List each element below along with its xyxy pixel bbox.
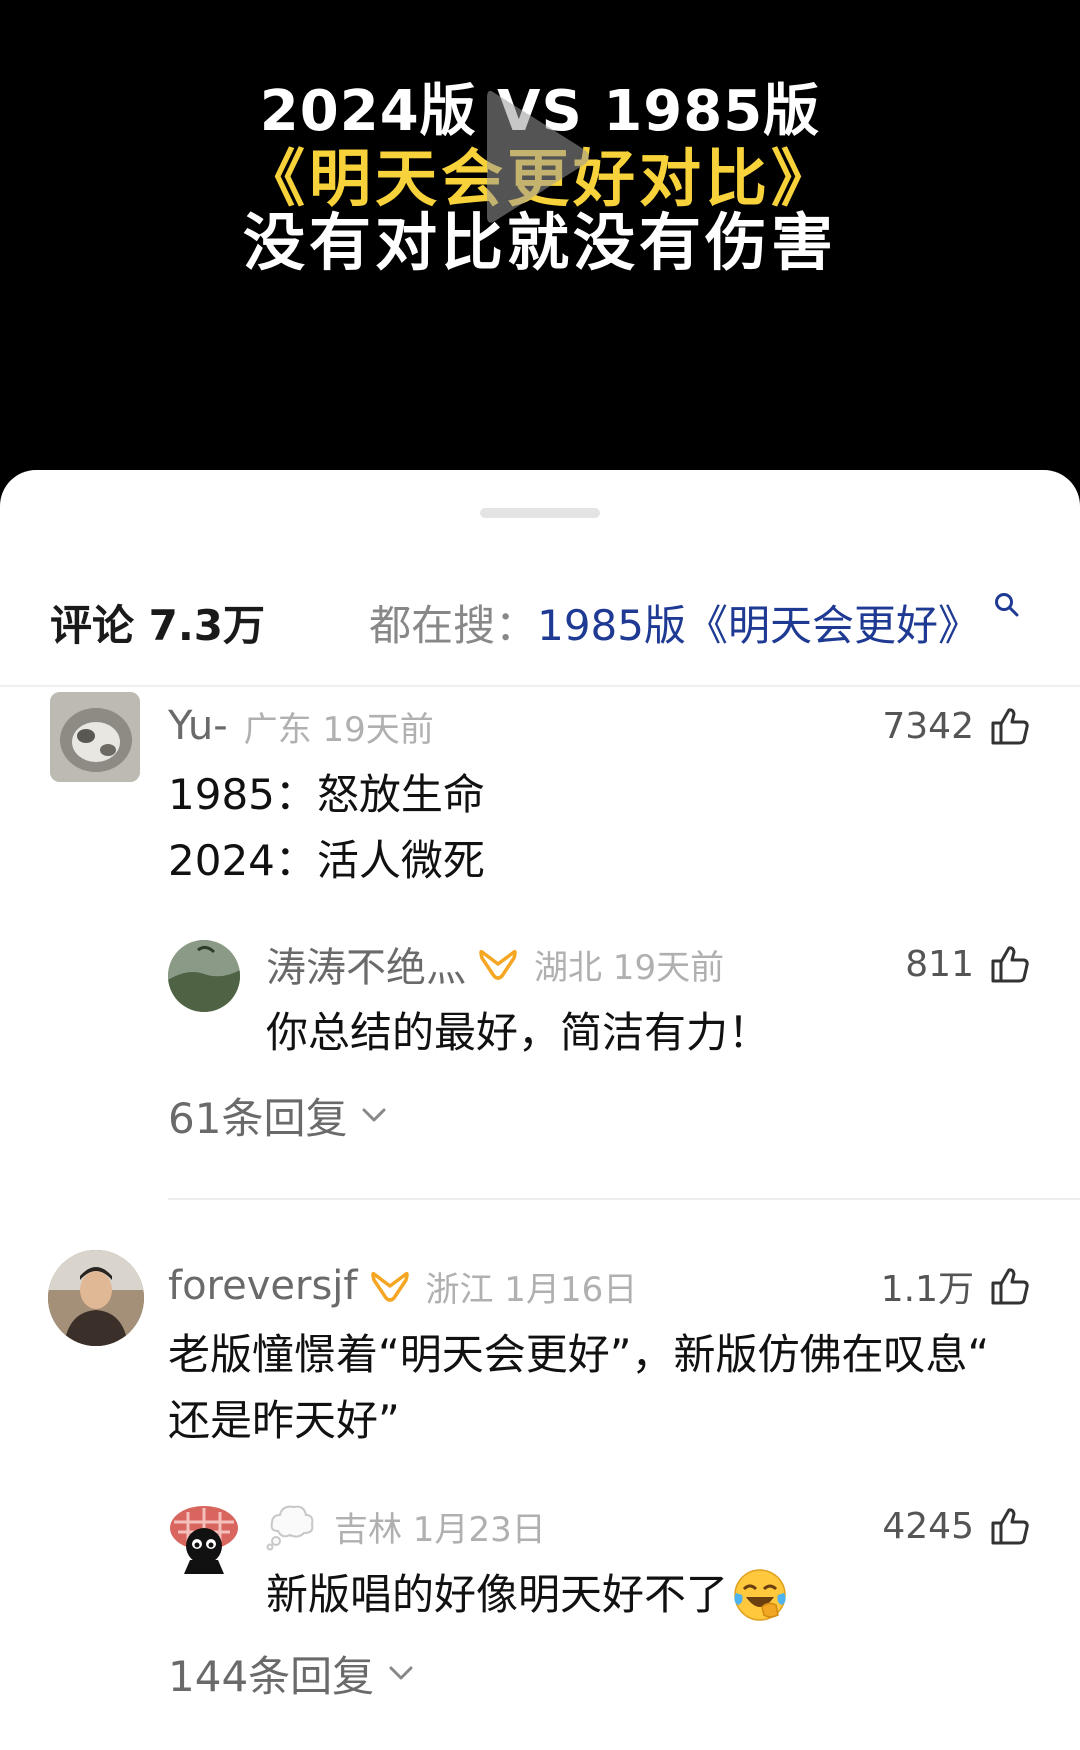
- location-time: 吉林 1月23日: [334, 1509, 546, 1550]
- thumbs-up-icon[interactable]: [990, 1266, 1030, 1306]
- reply-count: 144条回复: [168, 1651, 375, 1701]
- trending-search-link[interactable]: 都在搜： 1985版《明天会更好》: [369, 592, 1020, 653]
- like-count: 1.1万: [880, 1269, 974, 1310]
- username[interactable]: foreversjf: [168, 1263, 358, 1309]
- comments-sheet: 评论 7.3万 都在搜： 1985版《明天会更好》 Yu- 广东 19天前 73…: [0, 470, 1080, 1750]
- cat-avatar-image: [50, 692, 140, 782]
- chevron-down-icon: [389, 1666, 413, 1680]
- like-count: 4245: [882, 1505, 974, 1547]
- fan-badge-icon: [479, 949, 517, 980]
- avatar[interactable]: [168, 940, 240, 1012]
- thumbs-up-icon[interactable]: [990, 944, 1030, 984]
- cartoon-avatar-image: [170, 1506, 238, 1574]
- drag-handle[interactable]: [480, 508, 600, 518]
- crying-laughing-emoji-icon: [734, 1569, 786, 1621]
- username[interactable]: 涛涛不绝灬: [266, 935, 466, 993]
- like-control[interactable]: 4245: [882, 1498, 1030, 1554]
- comment-text-line: 老版憧憬着“明天会更好”，新版仿佛在叹息“: [168, 1330, 990, 1379]
- comment-text-line: 还是昨天好”: [168, 1396, 400, 1445]
- reply-text-row: 新版唱的好像明天好不了: [266, 1562, 788, 1628]
- thumbs-up-icon[interactable]: [990, 1506, 1030, 1546]
- person-avatar-image: [48, 1250, 144, 1346]
- comment-text-line: 1985：怒放生命: [168, 770, 485, 819]
- thought-cloud-icon: [266, 1505, 314, 1551]
- like-control[interactable]: 7342: [882, 698, 1030, 754]
- location-time: 湖北 19天前: [534, 947, 725, 988]
- fan-badge-icon: [370, 1271, 409, 1302]
- search-icon: [995, 593, 1019, 617]
- landscape-avatar-image: [168, 940, 240, 1012]
- like-count: 811: [905, 943, 974, 985]
- search-label: 都在搜：: [369, 601, 538, 650]
- reply-text: 你总结的最好，简洁有力！: [266, 1008, 771, 1057]
- header-divider: [0, 685, 1080, 687]
- chevron-down-icon: [362, 1108, 386, 1122]
- avatar[interactable]: [50, 692, 140, 782]
- avatar[interactable]: [48, 1250, 144, 1346]
- reply-count: 61条回复: [168, 1093, 348, 1143]
- comment-text: 老版憧憬着“明天会更好”，新版仿佛在叹息“ 还是昨天好”: [168, 1322, 1038, 1454]
- avatar[interactable]: [168, 1502, 240, 1574]
- comments-count-title: 评论 7.3万: [50, 601, 266, 650]
- view-replies-button[interactable]: 61条回复: [168, 1082, 387, 1148]
- location-time: 浙江 1月16日: [425, 1269, 638, 1310]
- comment-divider: [168, 1198, 1080, 1200]
- comment-text-line: 2024：活人微死: [168, 836, 485, 885]
- search-query: 1985版《明天会更好》: [537, 601, 980, 650]
- video-player[interactable]: 2024版 VS 1985版 《明天会更好对比》 没有对比就没有伤害: [0, 0, 1080, 480]
- username[interactable]: Yu-: [168, 703, 228, 749]
- location-time: 广东 19天前: [243, 709, 434, 750]
- comment-text: 1985：怒放生命 2024：活人微死: [168, 762, 485, 894]
- view-replies-button[interactable]: 144条回复: [168, 1640, 414, 1706]
- thumbs-up-icon[interactable]: [990, 706, 1030, 746]
- play-icon[interactable]: [483, 82, 593, 232]
- like-control[interactable]: 811: [905, 936, 1030, 992]
- like-count: 7342: [882, 705, 974, 747]
- reply-text: 新版唱的好像明天好不了: [266, 1570, 729, 1619]
- like-control[interactable]: 1.1万: [881, 1258, 1030, 1314]
